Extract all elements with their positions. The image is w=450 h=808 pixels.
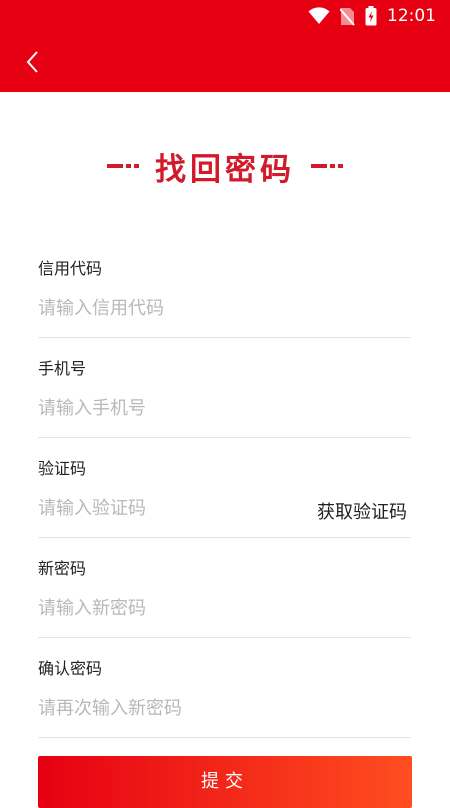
title-dash-left <box>107 164 139 168</box>
new-password-input[interactable] <box>38 592 411 624</box>
new-password-field: 新密码 <box>38 538 411 638</box>
submit-button-label: 提交 <box>201 771 249 792</box>
credit-code-label: 信用代码 <box>38 259 103 278</box>
phone-input[interactable] <box>38 392 411 424</box>
back-button[interactable] <box>14 44 50 80</box>
page-title: 找回密码 <box>155 151 295 188</box>
confirm-password-label: 确认密码 <box>38 659 103 678</box>
credit-code-input[interactable] <box>38 292 411 324</box>
no-sim-icon <box>340 7 355 26</box>
phone-label: 手机号 <box>38 359 87 378</box>
status-icons: 12:01 <box>308 0 436 32</box>
status-bar: 12:01 <box>0 0 450 32</box>
phone-field: 手机号 <box>38 338 411 438</box>
toolbar <box>0 32 450 92</box>
status-time: 12:01 <box>387 6 436 26</box>
wifi-icon <box>308 7 330 24</box>
get-verify-code-button[interactable]: 获取验证码 <box>317 498 407 524</box>
confirm-password-input[interactable] <box>38 692 411 724</box>
chevron-left-icon <box>26 51 38 73</box>
page-title-block: 找回密码 <box>0 140 450 192</box>
credit-code-field: 信用代码 <box>38 238 411 338</box>
battery-charging-icon <box>365 6 377 26</box>
confirm-password-field: 确认密码 <box>38 638 411 738</box>
new-password-label: 新密码 <box>38 559 87 578</box>
submit-button[interactable]: 提交 <box>38 756 412 808</box>
reset-password-form: 信用代码 手机号 验证码 获取验证码 新密码 确认密码 <box>38 238 411 738</box>
verify-code-field: 验证码 获取验证码 <box>38 438 411 538</box>
verify-code-label: 验证码 <box>38 459 87 478</box>
verify-code-input[interactable] <box>38 492 288 524</box>
title-dash-right <box>311 164 343 168</box>
